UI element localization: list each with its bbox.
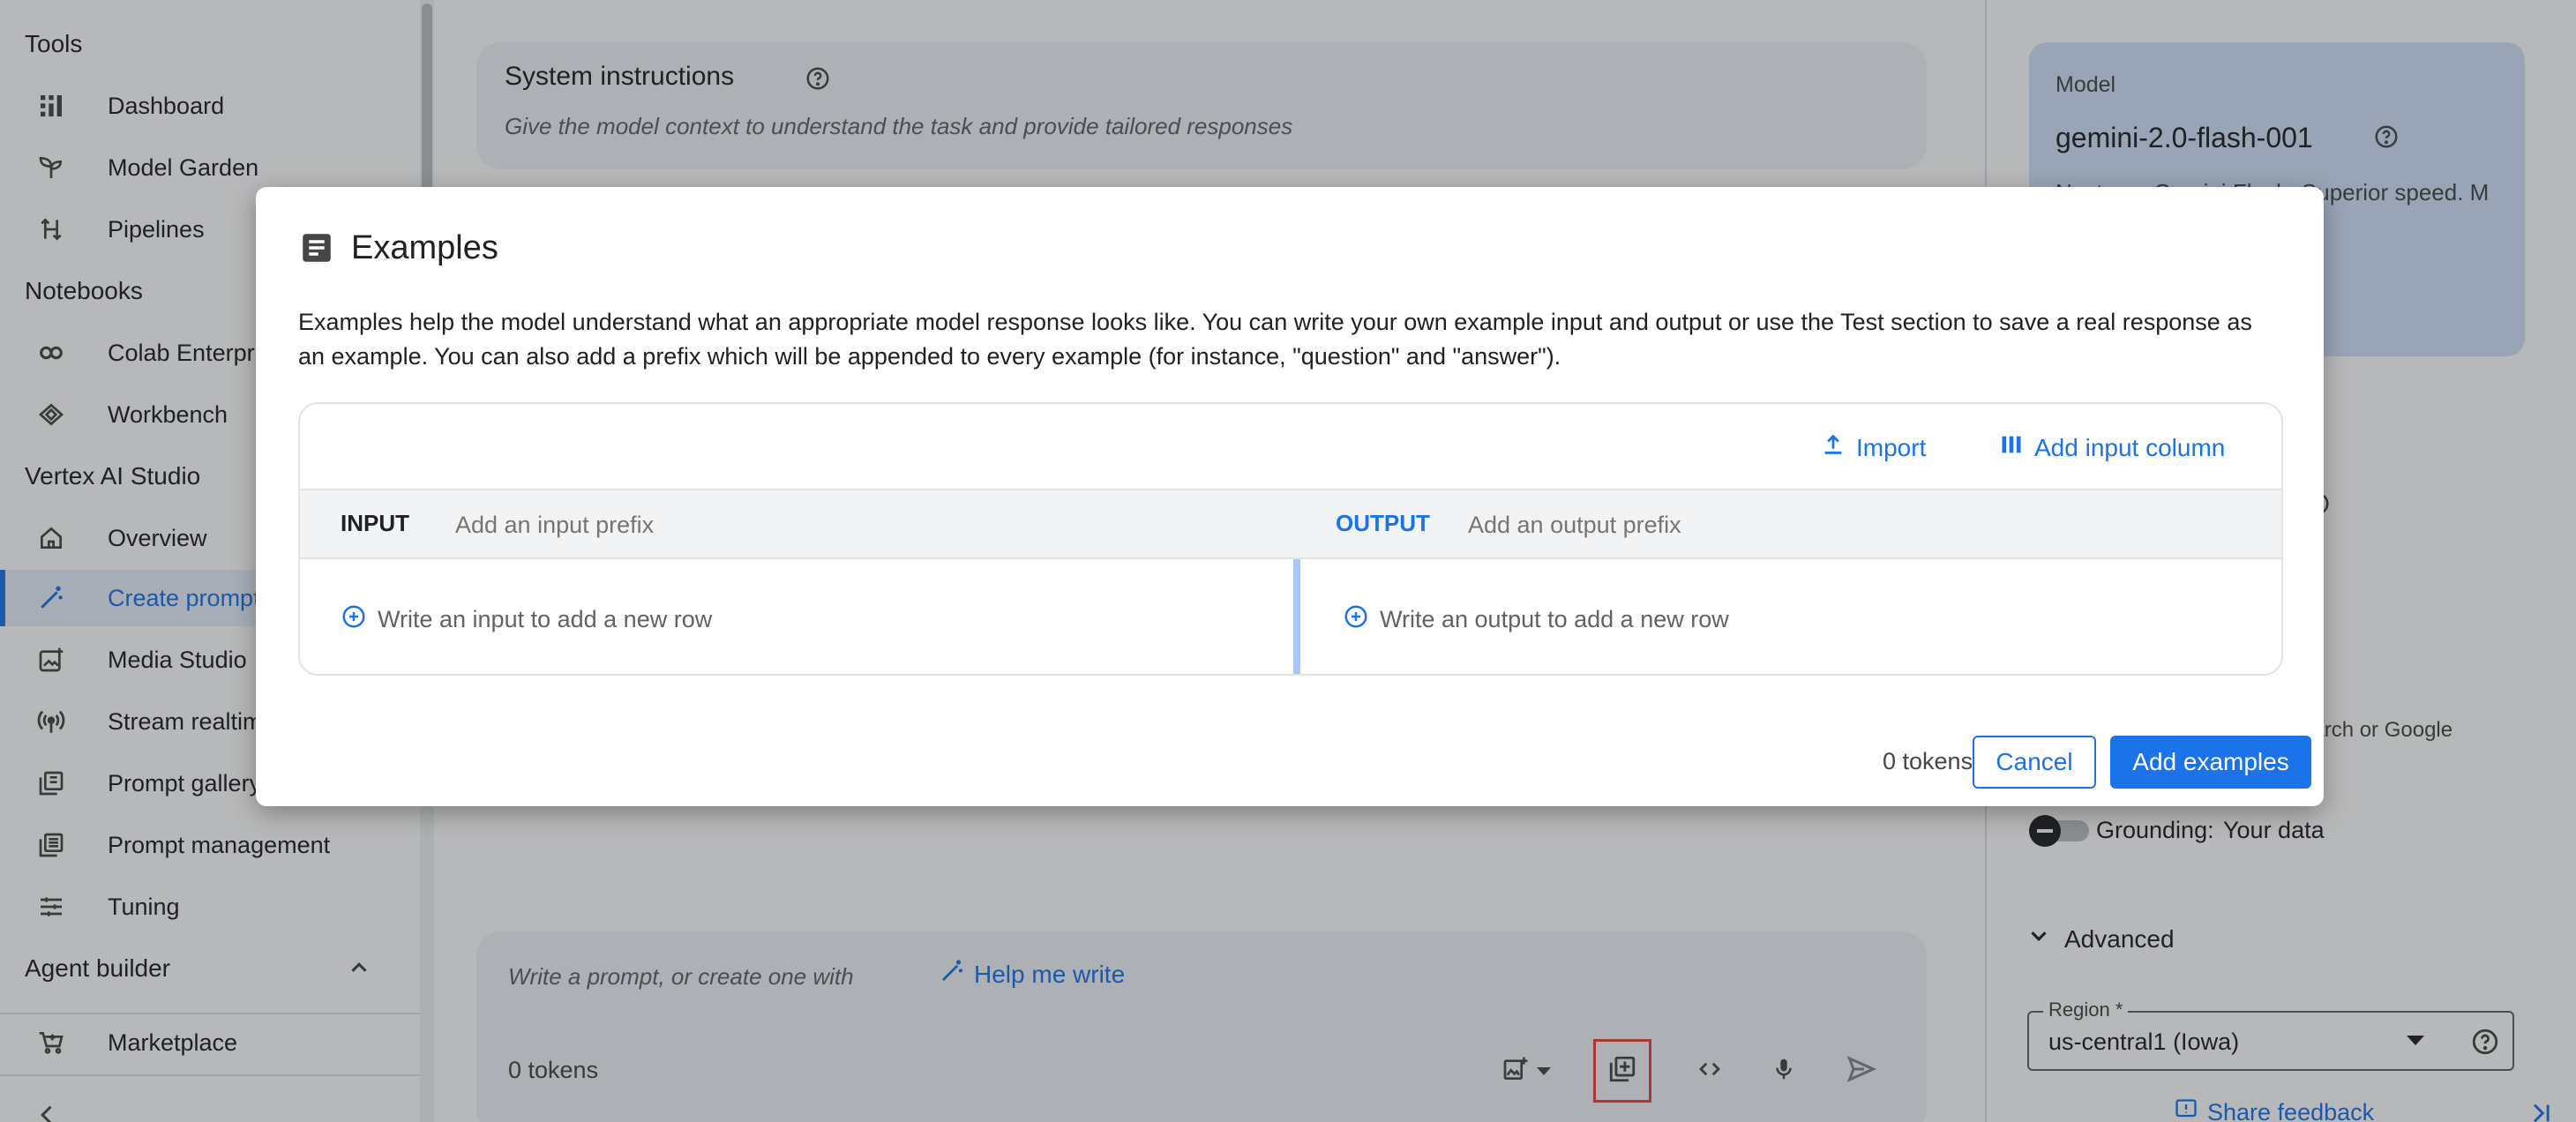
examples-dialog: Examples Examples help the model underst… [256, 187, 2324, 806]
add-examples-confirm-button[interactable]: Add examples [2110, 736, 2311, 789]
add-input-column-label: Add input column [2034, 433, 2226, 461]
table-header: INPUT OUTPUT [300, 489, 2281, 559]
import-button[interactable]: Import [1821, 432, 1926, 463]
dialog-description: Examples help the model understand what … [298, 309, 2252, 370]
add-output-row-label: Write an output to add a new row [1380, 606, 1729, 632]
add-output-row[interactable]: Write an output to add a new row [1343, 603, 1729, 636]
output-prefix-field[interactable] [1468, 512, 1962, 539]
add-circle-icon [1343, 603, 1369, 636]
examples-table: Import Add input column INPUT OUTPUT Wri… [298, 402, 2283, 676]
input-column-header: INPUT [341, 510, 409, 536]
add-circle-icon [341, 603, 367, 636]
article-icon [298, 229, 335, 271]
examples-token-count: 0 tokens [1883, 748, 1973, 774]
add-input-row[interactable]: Write an input to add a new row [341, 603, 712, 636]
column-divider [1293, 559, 1300, 674]
dialog-title: Examples [351, 229, 498, 266]
upload-icon [1821, 432, 1846, 463]
input-prefix-field[interactable] [455, 512, 949, 539]
columns-icon [1999, 432, 2024, 463]
add-input-column-button[interactable]: Add input column [1999, 432, 2225, 463]
add-input-row-label: Write an input to add a new row [378, 606, 713, 632]
output-column-header: OUTPUT [1336, 510, 1430, 536]
cancel-button[interactable]: Cancel [1973, 736, 2096, 789]
import-label: Import [1856, 433, 1927, 461]
